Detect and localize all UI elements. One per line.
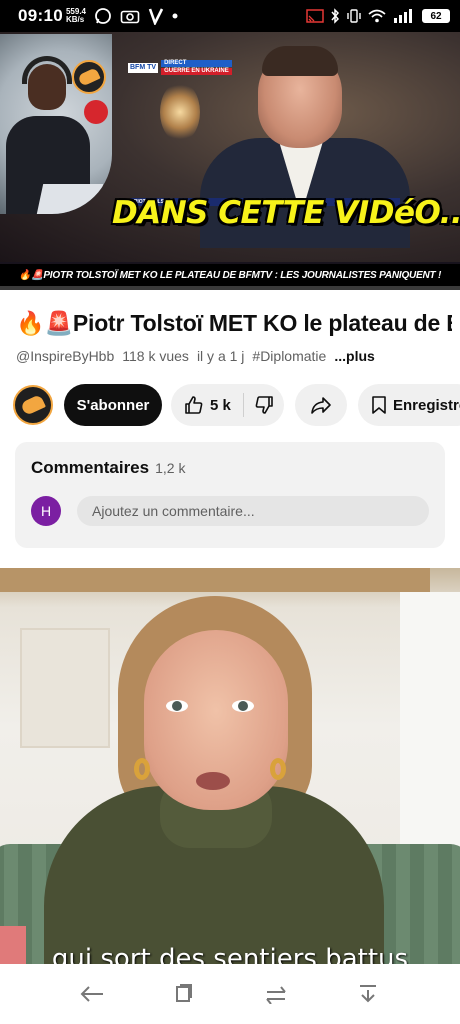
status-time: 09:10 (18, 6, 63, 25)
comments-heading: Commentaires (31, 458, 150, 477)
hide-keyboard-button[interactable] (351, 977, 385, 1011)
like-count: 5 k (210, 396, 231, 414)
video-banner-text: DANS CETTE VIDéO... (112, 195, 460, 231)
laptop (36, 184, 104, 214)
status-bar: 09:10 559.4 KB/s 62 (0, 0, 460, 32)
video-caption: 🔥🚨PIOTR TOLSTOÏ MET KO LE PLATEAU DE BFM… (0, 264, 460, 286)
left-earring (134, 758, 150, 780)
right-earring (270, 758, 286, 780)
subscribe-button[interactable]: S'abonner (64, 384, 162, 426)
bookmark-icon (372, 396, 386, 414)
broadcaster-logo: BFM TV DIRECT GUERRE EN UKRAINE (128, 60, 232, 75)
action-bar: S'abonner 5 k Enregistrer (0, 384, 460, 426)
channel-logo-watermark (72, 60, 106, 94)
recents-icon (266, 986, 286, 1004)
like-button[interactable]: 5 k (171, 384, 243, 426)
wifi-icon (368, 9, 386, 23)
topic-tag: GUERRE EN UKRAINE (161, 68, 232, 75)
comment-input[interactable]: Ajoutez un commentaire... (77, 496, 429, 526)
view-count: 118 k vues (122, 348, 189, 364)
video-info-card: 🔥🚨Piotr Tolstoï MET KO le plateau de BFM… (0, 290, 460, 566)
save-label: Enregistrer (393, 396, 460, 414)
share-icon (311, 397, 331, 414)
battery-icon: 62 (422, 9, 450, 23)
speaker-mouth (196, 772, 230, 790)
network-speed-unit: KB/s (65, 15, 85, 24)
video-subtitle: qui sort des sentiers battus (51, 944, 409, 964)
back-arrow-icon (80, 986, 103, 1002)
hashtag[interactable]: #Diplomatie (252, 348, 326, 364)
camera-icon (120, 10, 140, 24)
save-button[interactable]: Enregistrer (358, 384, 460, 426)
comments-panel[interactable]: Commentaires 1,2 k H Ajoutez un commenta… (15, 442, 445, 548)
headset (22, 56, 72, 84)
comments-header: Commentaires 1,2 k (31, 458, 185, 478)
video-title[interactable]: 🔥🚨Piotr Tolstoï MET KO le plateau de BFM… (16, 310, 452, 337)
home-button[interactable] (167, 977, 201, 1011)
background-lamp (160, 82, 200, 142)
system-nav-bar (0, 964, 460, 1024)
more-link[interactable]: ...plus (334, 348, 374, 364)
comments-count: 1,2 k (155, 460, 186, 476)
bluetooth-icon (331, 8, 340, 24)
dot-icon (172, 13, 178, 19)
home-square-icon (176, 984, 192, 1002)
network-speed: 559.4 KB/s (66, 8, 86, 24)
back-button[interactable] (75, 977, 109, 1011)
recents-button[interactable] (259, 977, 293, 1011)
radio-host-inset (0, 34, 112, 214)
like-dislike-group: 5 k (171, 384, 284, 426)
wall-frame (20, 628, 110, 748)
live-tag: DIRECT (161, 60, 232, 67)
dislike-button[interactable] (244, 384, 284, 426)
channel-avatar[interactable] (13, 385, 53, 425)
wall-shelf (0, 568, 430, 592)
share-button[interactable] (295, 384, 347, 426)
speaker-left-eye (166, 700, 188, 712)
user-avatar: H (31, 496, 61, 526)
next-video-preview[interactable]: qui sort des sentiers battus (0, 568, 460, 964)
upload-age: il y a 1 j (196, 348, 245, 364)
channel-handle[interactable]: @InspireByHbb (16, 348, 114, 364)
cast-icon (306, 9, 324, 23)
download-arrow-icon (360, 985, 376, 1003)
v-app-icon (148, 8, 164, 25)
whatsapp-icon (95, 8, 111, 24)
speaker-right-eye (232, 700, 254, 712)
window-light (400, 592, 460, 852)
video-player[interactable]: BFM TV DIRECT GUERRE EN UKRAINE PIOTR TO… (0, 32, 460, 290)
network-tag: BFM TV (128, 62, 159, 73)
video-meta[interactable]: @InspireByHbb 118 k vues il y a 1 j #Dip… (16, 348, 456, 364)
thumbs-down-icon (255, 396, 273, 414)
guest-hair (262, 46, 338, 76)
signal-icon (394, 9, 412, 23)
vibrate-icon (347, 9, 361, 23)
thumbs-up-icon (185, 396, 203, 414)
microphone (84, 100, 108, 124)
